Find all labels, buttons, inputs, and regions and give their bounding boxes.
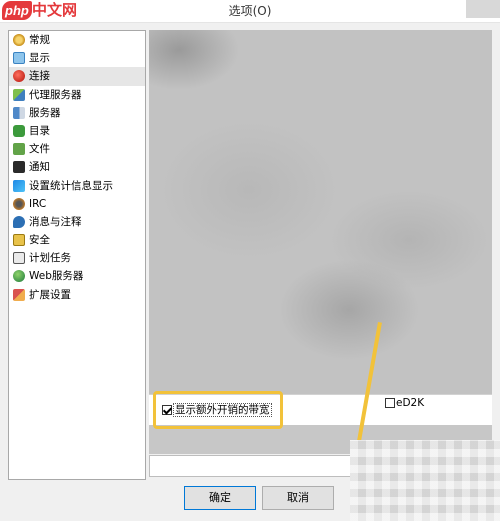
logo-php: php xyxy=(2,1,32,20)
notification-icon xyxy=(13,161,25,174)
title-bar: php 中文网 选项(O) xyxy=(0,0,500,23)
tree-item-label: 常规 xyxy=(29,34,50,46)
site-logo: php 中文网 xyxy=(2,1,86,20)
statistics-icon xyxy=(13,179,25,192)
tree-item-label: Web服务器 xyxy=(29,270,84,283)
tree-item-label: IRC xyxy=(29,197,47,210)
tree-item-label: 服务器 xyxy=(29,106,61,119)
tree-item[interactable]: IRC xyxy=(9,195,145,213)
tree-item-label: 连接 xyxy=(29,70,50,83)
globe-icon xyxy=(13,270,25,283)
watermark-mosaic xyxy=(350,440,500,521)
tree-item[interactable]: 文件 xyxy=(9,140,145,158)
extension-icon xyxy=(13,288,25,301)
proxy-icon xyxy=(13,88,25,101)
tree-item[interactable]: 通知 xyxy=(9,158,145,176)
cancel-button[interactable]: 取消 xyxy=(262,486,334,510)
tree-item-label: 显示 xyxy=(29,52,50,65)
tree-item[interactable]: 设置统计信息显示 xyxy=(9,177,145,195)
tree-item[interactable]: 常规 xyxy=(9,31,145,49)
tree-item-label: 扩展设置 xyxy=(29,288,71,301)
irc-icon xyxy=(13,197,25,210)
tree-item[interactable]: 扩展设置 xyxy=(9,286,145,304)
tree-item[interactable]: 连接 xyxy=(9,67,145,86)
tree-item-label: 代理服务器 xyxy=(29,88,82,101)
tree-item-label: 目录 xyxy=(29,124,50,137)
tree-item-label: 消息与注释 xyxy=(29,215,82,228)
close-button[interactable] xyxy=(466,0,500,18)
options-tree[interactable]: 常规显示连接代理服务器服务器目录文件通知设置统计信息显示 IRC 消息与注释安全计划… xyxy=(8,30,146,480)
server-icon xyxy=(13,106,25,119)
tree-item[interactable]: 显示 xyxy=(9,49,145,67)
tree-item-label: 通知 xyxy=(29,161,50,174)
tree-item[interactable]: 目录 xyxy=(9,122,145,140)
tree-item[interactable]: 服务器 xyxy=(9,104,145,122)
tree-item-label: 安全 xyxy=(29,234,50,247)
logo-text: 中文网 xyxy=(32,2,78,19)
gear-icon xyxy=(13,34,25,46)
folder-icon xyxy=(13,124,25,137)
window-title: 选项(O) xyxy=(228,4,272,18)
tree-item-label: 文件 xyxy=(29,143,50,156)
ok-button[interactable]: 确定 xyxy=(184,486,256,510)
display-icon xyxy=(13,52,25,65)
highlight-box xyxy=(153,391,283,429)
ed2k-label: eD2K xyxy=(396,397,425,409)
file-icon xyxy=(13,143,25,156)
tree-item[interactable]: 计划任务 xyxy=(9,249,145,267)
tree-item-label: 设置统计信息显示 xyxy=(29,179,113,192)
connection-icon xyxy=(13,70,25,83)
tree-item[interactable]: 安全 xyxy=(9,231,145,249)
tree-item[interactable]: Web服务器 xyxy=(9,267,145,285)
tree-item-label: 计划任务 xyxy=(29,252,71,265)
ed2k-checkbox-row[interactable]: eD2K xyxy=(385,396,424,410)
lock-icon xyxy=(13,234,25,247)
tree-item[interactable]: 代理服务器 xyxy=(9,86,145,104)
tree-item[interactable]: 消息与注释 xyxy=(9,213,145,231)
message-icon xyxy=(13,215,25,228)
schedule-icon xyxy=(13,252,25,265)
ed2k-checkbox[interactable] xyxy=(385,398,395,408)
